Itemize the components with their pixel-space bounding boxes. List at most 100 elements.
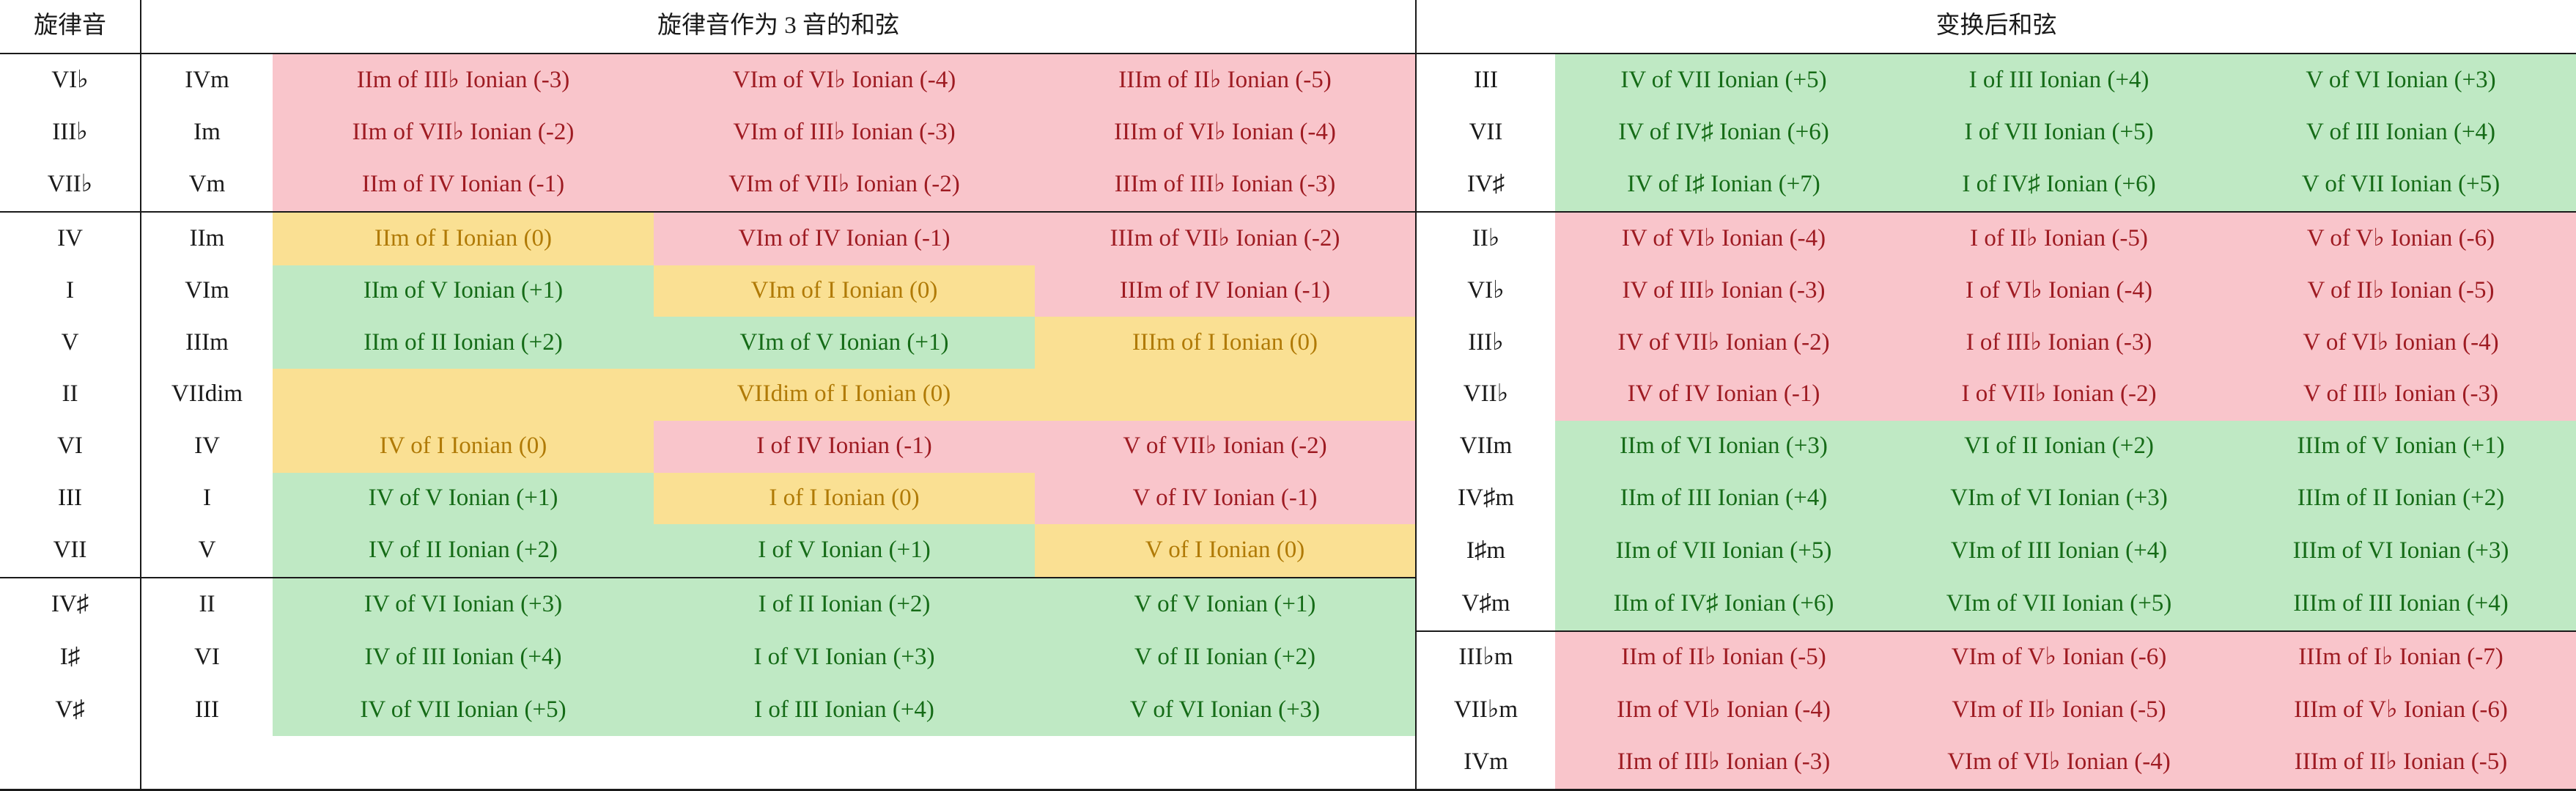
left-melody-tone: V: [0, 317, 141, 369]
left-chord-cell: V of VII♭ Ionian (-2): [1035, 420, 1416, 473]
right-chord-cell: IIm of VI♭ Ionian (-4): [1555, 684, 1892, 736]
left-melody-tone: VI: [0, 420, 141, 473]
right-chord-label: VI♭: [1415, 265, 1555, 317]
table-row: VII♭ Vm IIm of IV Ionian (-1) VIm of VII♭ I…: [0, 158, 2576, 212]
right-chord-cell: V of VI♭ Ionian (-4): [2226, 317, 2576, 369]
right-chord-cell: I of VII♭ Ionian (-2): [1892, 369, 2226, 421]
right-chord-cell: IIm of VII Ionian (+5): [1555, 524, 1892, 578]
left-chord-cell: VIIdim of I Ionian (0): [273, 369, 1416, 421]
right-chord-cell: I of III Ionian (+4): [1892, 53, 2226, 107]
table-row: VII V IV of II Ionian (+2) I of V Ionian (+…: [0, 524, 2576, 578]
left-chord-degree: Im: [140, 106, 273, 159]
right-chord-cell: IIIm of VI Ionian (+3): [2226, 524, 2576, 578]
left-chord-cell: V of VI Ionian (+3): [1035, 684, 1416, 736]
right-chord-cell: VIm of V♭ Ionian (-6): [1892, 630, 2226, 685]
left-chord-cell: IV of VI Ionian (+3): [273, 576, 654, 631]
left-melody-tone: I♯: [0, 630, 141, 685]
left-chord-cell: IV of VII Ionian (+5): [273, 684, 654, 736]
left-chord-cell: IIIm of II♭ Ionian (-5): [1035, 53, 1416, 107]
left-chord-degree: V: [140, 524, 273, 578]
right-chord-cell: IIm of II♭ Ionian (-5): [1555, 630, 1892, 685]
right-chord-label: II♭: [1415, 210, 1555, 265]
right-chord-cell: VI of II Ionian (+2): [1892, 420, 2226, 473]
left-chord-degree: Vm: [140, 158, 273, 212]
left-chord-cell: IIIm of VII♭ Ionian (-2): [1035, 210, 1416, 265]
header-left-group: 旋律音作为 3 音的和弦: [140, 0, 1416, 54]
right-chord-cell: V of VII Ionian (+5): [2226, 158, 2576, 212]
table-row: I♯ VI IV of III Ionian (+4) I of VI Ionian …: [0, 630, 2576, 685]
table-row: I VIm IIm of V Ionian (+1) VIm of I Ionian …: [0, 265, 2576, 317]
right-chord-cell: IIIm of III Ionian (+4): [2226, 577, 2576, 631]
right-chord-cell: IV of VII♭ Ionian (-2): [1555, 317, 1892, 369]
right-chord-label: IV♯m: [1415, 472, 1555, 525]
left-chord-cell: I of VI Ionian (+3): [654, 630, 1035, 685]
left-melody-tone: VI♭: [0, 53, 141, 107]
right-chord-label: VII: [1415, 106, 1555, 159]
left-chord-cell: IV of II Ionian (+2): [273, 524, 654, 578]
left-chord-cell: V of V Ionian (+1): [1035, 576, 1416, 631]
left-chord-cell: VIm of VII♭ Ionian (-2): [654, 158, 1035, 212]
left-chord-degree: VIIdim: [140, 369, 273, 421]
left-chord-cell: I of III Ionian (+4): [654, 684, 1035, 736]
left-chord-cell: VIm of VI♭ Ionian (-4): [654, 53, 1035, 107]
right-chord-cell: IV of IV♯ Ionian (+6): [1555, 106, 1892, 159]
header-melody-tone: 旋律音: [0, 0, 141, 54]
left-chord-cell: IIIm of IV Ionian (-1): [1035, 265, 1416, 317]
left-chord-cell: IV of V Ionian (+1): [273, 472, 654, 525]
table-row: VI IV IV of I Ionian (0) I of IV Ionian (-1…: [0, 420, 2576, 473]
left-chord-cell: I of I Ionian (0): [654, 472, 1035, 525]
left-chord-cell: VIm of III♭ Ionian (-3): [654, 106, 1035, 159]
right-chord-cell: VIm of VII Ionian (+5): [1892, 577, 2226, 631]
right-chord-cell: IV of VI♭ Ionian (-4): [1555, 210, 1892, 265]
right-chord-cell: IIm of III Ionian (+4): [1555, 472, 1892, 525]
right-chord-cell: V of VI Ionian (+3): [2226, 53, 2576, 107]
left-chord-cell: IIm of IV Ionian (-1): [273, 158, 654, 212]
left-melody-tone: IV: [0, 210, 141, 265]
right-chord-cell: IIm of III♭ Ionian (-3): [1555, 735, 1892, 791]
table-row: III I IV of V Ionian (+1) I of I Ionian (0)…: [0, 472, 2576, 525]
right-chord-cell: I of VII Ionian (+5): [1892, 106, 2226, 159]
left-chord-cell: IIm of III♭ Ionian (-3): [273, 53, 654, 107]
right-chord-cell: V of III♭ Ionian (-3): [2226, 369, 2576, 421]
left-melody-tone: II: [0, 369, 141, 421]
header-right-group: 变换后和弦: [1415, 0, 2576, 54]
right-chord-label: I♯m: [1415, 524, 1555, 578]
left-chord-cell: IV of I Ionian (0): [273, 420, 654, 473]
left-chord-cell: IIm of V Ionian (+1): [273, 265, 654, 317]
right-chord-label: VIIm: [1415, 420, 1555, 473]
left-chord-cell: IIIm of I Ionian (0): [1035, 317, 1416, 369]
left-melody-tone: IV♯: [0, 576, 141, 631]
left-melody-tone: VII♭: [0, 158, 141, 212]
right-chord-label: VII♭: [1415, 369, 1555, 421]
left-melody-tone: I: [0, 265, 141, 317]
right-chord-label: III: [1415, 53, 1555, 107]
left-chord-cell: V of II Ionian (+2): [1035, 630, 1416, 685]
left-empty: [273, 735, 1416, 791]
table-row: III♭ Im IIm of VII♭ Ionian (-2) VIm of III♭…: [0, 106, 2576, 159]
right-chord-cell: IIIm of V♭ Ionian (-6): [2226, 684, 2576, 736]
left-melody-tone: III♭: [0, 106, 141, 159]
chord-transformation-table: 旋律音 旋律音作为 3 音的和弦 变换后和弦 VI♭ IVm IIm of III♭ Io…: [0, 0, 2576, 791]
left-chord-cell: IV of III Ionian (+4): [273, 630, 654, 685]
right-chord-cell: IV of III♭ Ionian (-3): [1555, 265, 1892, 317]
left-chord-cell: I of II Ionian (+2): [654, 576, 1035, 631]
table-row: IVm IIm of III♭ Ionian (-3) VIm of VI♭ Ion…: [0, 735, 2576, 791]
left-chord-cell: IIm of II Ionian (+2): [273, 317, 654, 369]
right-chord-cell: IIIm of II Ionian (+2): [2226, 472, 2576, 525]
right-chord-cell: I of III♭ Ionian (-3): [1892, 317, 2226, 369]
left-chord-degree: VIm: [140, 265, 273, 317]
right-chord-cell: IIIm of I♭ Ionian (-7): [2226, 630, 2576, 685]
left-chord-cell: VIm of IV Ionian (-1): [654, 210, 1035, 265]
right-chord-cell: IV of IV Ionian (-1): [1555, 369, 1892, 421]
left-chord-cell: VIm of V Ionian (+1): [654, 317, 1035, 369]
table-row: V♯ III IV of VII Ionian (+5) I of III Ionia…: [0, 684, 2576, 736]
right-chord-cell: IIm of IV♯ Ionian (+6): [1555, 577, 1892, 631]
table-row: II VIIdim VIIdim of I Ionian (0) VII♭ IV of …: [0, 369, 2576, 421]
left-chord-degree: II: [140, 576, 273, 631]
left-chord-cell: V of IV Ionian (-1): [1035, 472, 1416, 525]
table-row: VI♭ IVm IIm of III♭ Ionian (-3) VIm of VI♭ …: [0, 53, 2576, 107]
right-chord-cell: VIm of VI♭ Ionian (-4): [1892, 735, 2226, 791]
right-chord-cell: V of III Ionian (+4): [2226, 106, 2576, 159]
left-chord-cell: IIIm of VI♭ Ionian (-4): [1035, 106, 1416, 159]
right-chord-label: III♭: [1415, 317, 1555, 369]
